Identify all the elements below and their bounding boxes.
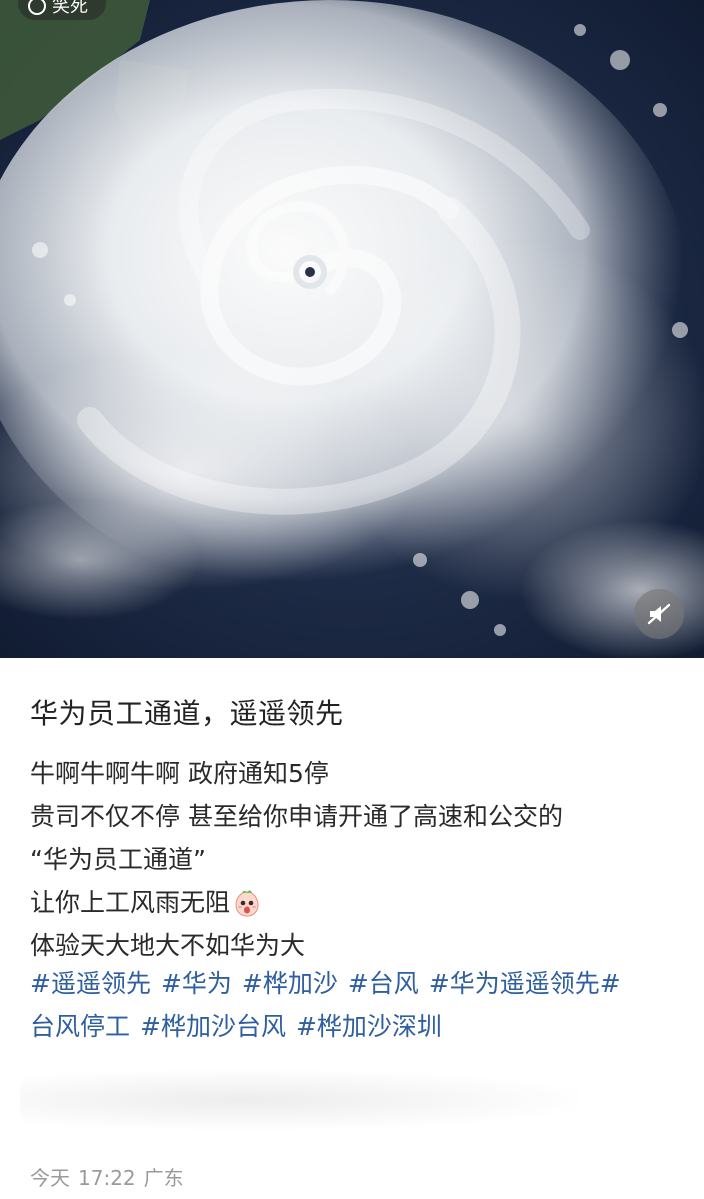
hashtag-link[interactable]: #桦加沙 bbox=[242, 969, 338, 998]
hashtag-link[interactable]: #遥遥领先 bbox=[30, 969, 151, 998]
post-line: 体验天大地大不如华为大 bbox=[30, 931, 306, 960]
blurred-content bbox=[20, 1070, 580, 1130]
chip-label: 笑死 bbox=[52, 0, 88, 17]
satellite-image-art bbox=[0, 0, 704, 658]
mute-button[interactable] bbox=[634, 589, 684, 639]
hashtag-link[interactable]: #桦加沙深圳 bbox=[296, 1012, 442, 1041]
post-title: 华为员工通道，遥遥领先 bbox=[30, 697, 344, 730]
post-body: 牛啊牛啊牛啊 政府通知5停 贵司不仅不停 甚至给你申请开通了高速和公交的 “华为… bbox=[30, 752, 680, 967]
post-line-with-emoji: 让你上工风雨无阻 bbox=[30, 881, 680, 924]
post-line: “华为员工通道” bbox=[30, 845, 206, 874]
post-meta: 今天 17:22 广东 bbox=[30, 1162, 192, 1191]
typhoon-satellite-image[interactable]: 笑死 bbox=[0, 0, 704, 658]
post-date: 今天 bbox=[30, 1166, 70, 1190]
post-line: 牛啊牛啊牛啊 政府通知5停 bbox=[30, 759, 329, 788]
speaker-muted-icon bbox=[647, 603, 671, 625]
hashtag-list: #遥遥领先 #华为 #桦加沙 #台风 #华为遥遥领先# 台风停工 #桦加沙台风 #桦加沙深圳 bbox=[30, 962, 680, 1048]
hashtag-link[interactable]: 台风停工 bbox=[30, 1012, 130, 1041]
image-tag-chip[interactable]: 笑死 bbox=[18, 0, 106, 20]
chip-icon bbox=[28, 0, 46, 15]
post-location: 广东 bbox=[143, 1166, 184, 1190]
hashtag-link[interactable]: #华为遥遥领先# bbox=[429, 969, 621, 998]
hashtag-link[interactable]: #桦加沙台风 bbox=[140, 1012, 286, 1041]
post-page: 笑死 华为员工通道，遥遥领先 牛啊牛啊牛啊 政府通知5停 贵司不仅不停 甚至给你… bbox=[0, 0, 704, 1199]
hashtag-link[interactable]: #华为 bbox=[161, 969, 232, 998]
post-line-text: 让你上工风雨无阻 bbox=[30, 888, 231, 917]
post-line: 贵司不仅不停 甚至给你申请开通了高速和公交的 bbox=[30, 802, 563, 831]
hashtag-link[interactable]: #台风 bbox=[348, 969, 419, 998]
post-time: 17:22 bbox=[78, 1166, 136, 1190]
surprised-face-emoji-icon bbox=[235, 889, 259, 917]
